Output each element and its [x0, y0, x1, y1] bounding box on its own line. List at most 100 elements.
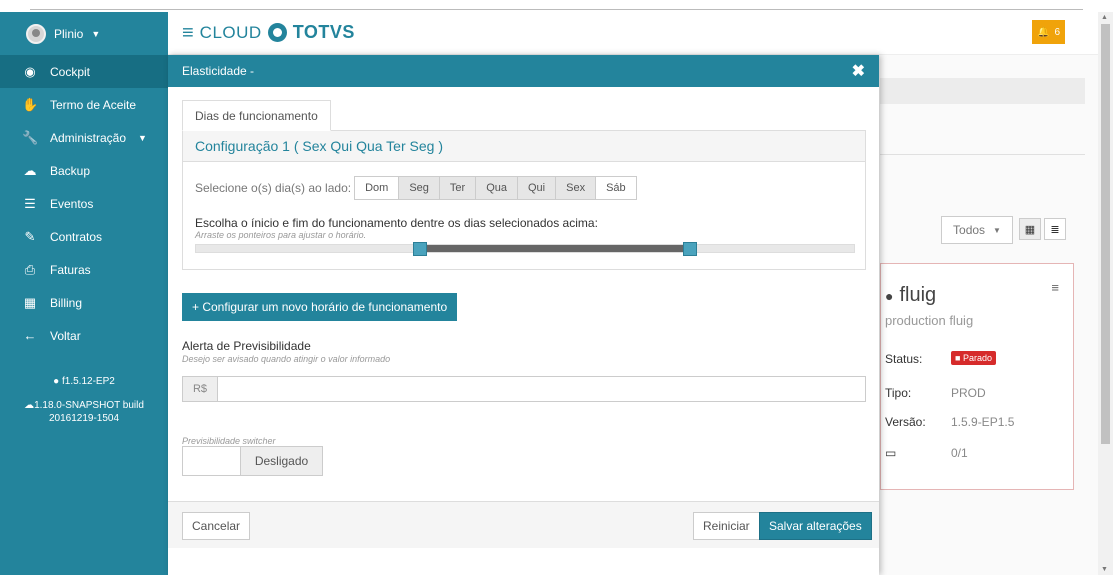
- reset-button[interactable]: Reiniciar: [693, 512, 760, 540]
- caret-down-icon: ▼: [138, 132, 147, 143]
- add-schedule-button[interactable]: + Configurar um novo horário de funciona…: [182, 293, 458, 321]
- handshake-icon: ✋: [22, 96, 39, 112]
- filter-select[interactable]: Todos ▼: [941, 216, 1013, 244]
- day-toggle-dom[interactable]: Dom: [354, 176, 400, 200]
- sidebar-item-administracao[interactable]: 🔧 Administração ▼: [0, 121, 168, 154]
- status-badge: ■ Parado: [951, 350, 996, 365]
- dashboard-icon: ◉: [24, 63, 36, 79]
- sidebar-item-voltar[interactable]: ← Voltar: [0, 319, 168, 352]
- notifications-button[interactable]: 🔔 6: [1032, 20, 1065, 44]
- logo-cloud-text: CLOUD: [199, 22, 262, 42]
- fluig-icon: ●: [885, 287, 894, 304]
- sidebar-item-label: Contratos: [50, 229, 103, 244]
- type-label: Tipo:: [885, 386, 912, 400]
- hamburger-icon[interactable]: ≡: [182, 23, 194, 43]
- slider-handle-start[interactable]: [412, 242, 427, 256]
- modal-header: Elasticidade - ✖: [168, 55, 879, 87]
- amount-input-group: R$: [182, 376, 866, 402]
- list-view-button[interactable]: ≣: [1044, 218, 1066, 240]
- elasticity-modal: Elasticidade - ✖ Dias de funcionamento C…: [168, 55, 879, 575]
- user-name: Plinio: [54, 26, 84, 41]
- card-subtitle: production fluig: [885, 313, 974, 328]
- cancel-button[interactable]: Cancelar: [182, 512, 251, 540]
- sidebar-item-billing[interactable]: ▦ Billing: [0, 286, 168, 319]
- switch-state: Desligado: [241, 447, 322, 475]
- background-divider: [880, 154, 1085, 155]
- sidebar-item-contratos[interactable]: ✎ Contratos: [0, 220, 168, 253]
- cloud-upload-icon: ☁: [23, 162, 37, 178]
- sidebar-item-label: Billing: [50, 295, 83, 310]
- build-info: ☁1.18.0-SNAPSHOT build 20161219-1504: [24, 400, 144, 424]
- sidebar-item-label: Administração: [50, 130, 127, 145]
- user-menu[interactable]: Plinio ▼: [0, 12, 168, 55]
- version-label: Versão:: [885, 415, 926, 429]
- sidebar-item-eventos[interactable]: ☰ Eventos: [0, 187, 168, 220]
- config-panel: Configuração 1 ( Sex Qui Qua Ter Seg ) S…: [182, 130, 866, 270]
- card-menu-icon[interactable]: ≡: [1051, 280, 1059, 295]
- scroll-thumb[interactable]: [1101, 24, 1110, 444]
- type-value: PROD: [951, 386, 986, 400]
- contract-icon: ✎: [24, 228, 36, 244]
- slider-handle-end[interactable]: [682, 242, 697, 256]
- grid-view-button[interactable]: ▦: [1019, 218, 1041, 240]
- close-icon[interactable]: ✖: [852, 61, 865, 81]
- arrow-left-icon: ←: [23, 328, 37, 343]
- logo[interactable]: ≡ CLOUD TOTVS: [182, 22, 355, 43]
- day-toggle-qua[interactable]: Qua: [475, 176, 518, 200]
- sidebar-item-termo-de-aceite[interactable]: ✋ Termo de Aceite: [0, 88, 168, 121]
- wrench-icon: 🔧: [22, 129, 39, 145]
- version-value: 1.5.9-EP1.5: [951, 415, 1015, 429]
- sidebar-item-label: Voltar: [50, 328, 81, 343]
- sidebar-item-label: Faturas: [50, 262, 91, 277]
- scroll-down-icon[interactable]: ▼: [1101, 566, 1108, 573]
- status-label: Status:: [885, 352, 923, 366]
- servers-value: 0/1: [951, 446, 968, 460]
- day-toggle-qui[interactable]: Qui: [516, 176, 557, 200]
- sidebar-item-cockpit[interactable]: ◉ Cockpit: [0, 55, 168, 88]
- range-hint: Arraste os ponteiros para ajustar o horá…: [195, 230, 367, 240]
- sidebar-item-label: Cockpit: [50, 64, 91, 79]
- switch-label: Previsibilidade switcher: [182, 436, 276, 446]
- totvs-logo-icon: [267, 23, 287, 42]
- invoice-icon: ⎙: [24, 261, 36, 277]
- fluig-icon: ●: [53, 376, 60, 387]
- app-version: ● f1.5.12-EP2: [53, 376, 115, 387]
- switch-knob[interactable]: [183, 447, 241, 475]
- day-toggle-seg[interactable]: Seg: [398, 176, 440, 200]
- config-title[interactable]: Configuração 1 ( Sex Qui Qua Ter Seg ): [183, 131, 865, 162]
- sidebar-item-faturas[interactable]: ⎙ Faturas: [0, 253, 168, 286]
- save-button[interactable]: Salvar alterações: [759, 512, 872, 540]
- sidebar: Plinio ▼ ◉ Cockpit ✋ Termo de Aceite 🔧 A…: [0, 12, 168, 575]
- page-scrollbar[interactable]: ▲ ▼: [1098, 12, 1113, 575]
- day-toggle-sex[interactable]: Sex: [555, 176, 597, 200]
- logo-brand-text: TOTVS: [292, 22, 355, 42]
- predictability-switch[interactable]: Desligado: [182, 446, 323, 476]
- amount-input[interactable]: [218, 377, 865, 401]
- billing-icon: ▦: [23, 294, 37, 310]
- environment-card[interactable]: ≡ ● fluig production fluig Status: ■ Par…: [880, 263, 1074, 490]
- notification-count: 6: [1054, 26, 1060, 38]
- card-title: ● fluig: [885, 284, 937, 306]
- time-range-slider[interactable]: [195, 242, 855, 256]
- top-hairline: [0, 0, 1113, 12]
- modal-title: Elasticidade -: [182, 64, 255, 78]
- sidebar-item-label: Eventos: [50, 196, 94, 211]
- cloud-icon: ☁: [24, 400, 35, 411]
- day-toggle-ter[interactable]: Ter: [438, 176, 477, 200]
- scroll-up-icon[interactable]: ▲: [1101, 14, 1108, 21]
- day-selector: Selecione o(s) dia(s) ao lado: Dom Seg T…: [195, 176, 637, 200]
- list-icon: ☰: [24, 195, 36, 211]
- sidebar-item-label: Termo de Aceite: [50, 97, 137, 112]
- top-header: ≡ CLOUD TOTVS 🔔 6: [168, 12, 1098, 55]
- sidebar-item-label: Backup: [50, 163, 91, 178]
- days-label: Selecione o(s) dia(s) ao lado:: [195, 181, 352, 195]
- list-icon: ≣: [1050, 223, 1060, 236]
- day-toggle-sab[interactable]: Sáb: [595, 176, 637, 200]
- currency-addon: R$: [183, 377, 218, 401]
- stop-icon: ■: [955, 353, 961, 363]
- tab-dias-de-funcionamento[interactable]: Dias de funcionamento: [182, 100, 331, 131]
- modal-footer: Cancelar Reiniciar Salvar alterações: [168, 501, 879, 548]
- sidebar-item-backup[interactable]: ☁ Backup: [0, 154, 168, 187]
- avatar: [26, 23, 46, 44]
- background-strip: [880, 78, 1085, 104]
